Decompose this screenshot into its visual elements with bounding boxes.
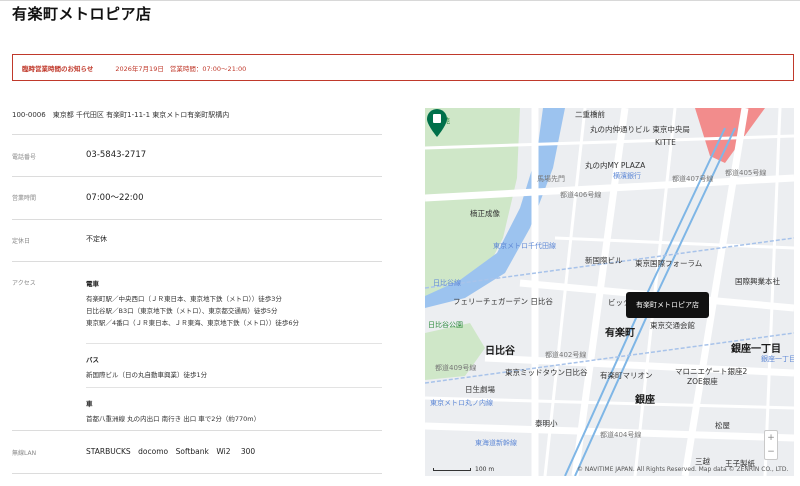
station-label: 銀座 bbox=[635, 395, 655, 406]
station-label: 銀座一丁目 bbox=[731, 344, 781, 355]
closed-label: 定休日 bbox=[12, 238, 31, 245]
train-line: 有楽町駅／中央西口（ＪＲ東日本、東京地下鉄（メトロ））徒歩3分 bbox=[86, 295, 282, 303]
map-label: 都道405号線 bbox=[725, 169, 767, 177]
bus-heading: バス bbox=[86, 356, 99, 364]
map-label: 馬場先門 bbox=[537, 175, 565, 183]
map-label: 東京国際フォーラム bbox=[635, 259, 703, 268]
access-details: 電車 有楽町駅／中央西口（ＪＲ東日本、東京地下鉄（メトロ））徒歩3分 日比谷駅／… bbox=[86, 262, 382, 430]
map-label: 都道404号線 bbox=[600, 431, 642, 439]
map-label: 東京交通会館 bbox=[650, 321, 695, 330]
map-label: 東京メトロ千代田線 bbox=[493, 242, 556, 250]
bus-access: バス 新国際ビル（日の丸自動車興業）徒歩1分 bbox=[86, 344, 382, 388]
car-access: 車 首都八重洲線 丸の内出口 南行き 出口 車で2分（約770m） bbox=[86, 388, 382, 425]
train-line: 日比谷駅／B3口（東京地下鉄（メトロ）、東京都交通局）徒歩5分 bbox=[86, 307, 278, 315]
train-line: 東京駅／4番口（ＪＲ東日本、ＪＲ東海、東京地下鉄（メトロ））徒歩6分 bbox=[86, 319, 300, 327]
store-map-label[interactable]: 有楽町メトロピア店 bbox=[626, 292, 709, 318]
map-label: 国際興業本社 bbox=[735, 277, 780, 286]
map-label: 日比谷線 bbox=[433, 279, 461, 287]
store-pin-icon[interactable] bbox=[425, 108, 449, 138]
map-label: フェリーチェガーデン 日比谷 bbox=[453, 297, 553, 306]
map-label: 都道409号線 bbox=[435, 364, 477, 372]
station-label: 有楽町 bbox=[605, 328, 635, 339]
store-address: 100-0006 東京都 千代田区 有楽町1-11-1 東京メトロ有楽町駅構内 bbox=[12, 106, 382, 135]
bus-line: 新国際ビル（日の丸自動車興業）徒歩1分 bbox=[86, 371, 208, 379]
map-label: 松屋 bbox=[715, 421, 730, 430]
wifi-row: 無線LAN STARBUCKS docomo Softbank Wi2 300 bbox=[12, 431, 382, 474]
wifi-value: STARBUCKS docomo Softbank Wi2 300 bbox=[86, 447, 256, 456]
map-label: 二重橋前 bbox=[575, 110, 605, 119]
map-label: 有楽町マリオン bbox=[600, 371, 653, 380]
zoom-in-button[interactable]: + bbox=[765, 431, 777, 445]
closed-value: 不定休 bbox=[86, 235, 107, 243]
map-label: 東海道新幹線 bbox=[475, 439, 517, 447]
map-label: 東京ミッドタウン日比谷 bbox=[505, 368, 588, 377]
map-label: 新国際ビル bbox=[585, 256, 623, 265]
phone-label: 電話番号 bbox=[12, 154, 37, 161]
phone-row: 電話番号 03-5843-2717 bbox=[12, 135, 382, 177]
scale-bar bbox=[433, 468, 471, 471]
page-title: 有楽町メトロピア店 bbox=[12, 5, 152, 23]
zoom-out-button[interactable]: − bbox=[765, 445, 777, 459]
notice-date: 2026年7月19日 bbox=[115, 64, 164, 73]
map-label: 都道407号線 bbox=[672, 175, 714, 183]
scale-label: 100 m bbox=[475, 466, 495, 473]
map-label: 横濱銀行 bbox=[613, 172, 641, 180]
hours-label: 営業時間 bbox=[12, 195, 37, 202]
car-heading: 車 bbox=[86, 400, 93, 408]
map-scale: 100 m bbox=[433, 466, 494, 473]
access-row: アクセス 電車 有楽町駅／中央西口（ＪＲ東日本、東京地下鉄（メトロ））徒歩3分 … bbox=[12, 262, 382, 431]
map-label: 東京メトロ丸ノ内線 bbox=[430, 399, 493, 407]
train-heading: 電車 bbox=[86, 280, 99, 288]
rail-yard bbox=[695, 108, 765, 163]
phone-number[interactable]: 03-5843-2717 bbox=[86, 135, 382, 176]
map-label: 都道406号線 bbox=[560, 191, 602, 199]
map-label: KITTE bbox=[655, 138, 676, 147]
map-label: 泰明小 bbox=[535, 419, 558, 428]
notice-title: 臨時営業時間のお知らせ bbox=[22, 64, 94, 73]
store-info: 100-0006 東京都 千代田区 有楽町1-11-1 東京メトロ有楽町駅構内 … bbox=[12, 106, 382, 474]
station-label: 日比谷 bbox=[485, 346, 515, 357]
map-label: 日生劇場 bbox=[465, 385, 495, 394]
temporary-hours-notice: 臨時営業時間のお知らせ 2026年7月19日 営業時間：07:00～21:00 bbox=[12, 54, 794, 81]
train-access: 電車 有楽町駅／中央西口（ＪＲ東日本、東京地下鉄（メトロ））徒歩3分 日比谷駅／… bbox=[86, 278, 382, 344]
store-map[interactable]: 二重橋前 丸の内仲通りビル 東京中央局 KITTE 丸の内MY PLAZA 横濱… bbox=[425, 108, 794, 476]
hours-row: 営業時間 07:00～22:00 bbox=[12, 177, 382, 220]
map-label: 銀座一丁目 bbox=[761, 355, 794, 363]
map-label: 日比谷公園 bbox=[428, 321, 463, 329]
map-copyright: © NAVITIME JAPAN. All Rights Reserved. M… bbox=[577, 466, 789, 473]
map-label: 丸の内仲通りビル 東京中央局 bbox=[590, 125, 690, 134]
zoom-control[interactable]: + − bbox=[764, 430, 778, 460]
map-label: 都道402号線 bbox=[545, 351, 587, 359]
hours-value: 07:00～22:00 bbox=[86, 193, 144, 203]
notice-hours: 営業時間：07:00～21:00 bbox=[169, 64, 247, 73]
top-divider bbox=[0, 0, 800, 1]
map-label: 楠正成像 bbox=[470, 209, 500, 218]
map-label: 丸の内MY PLAZA bbox=[585, 161, 646, 170]
closed-row: 定休日 不定休 bbox=[12, 220, 382, 262]
car-line: 首都八重洲線 丸の内出口 南行き 出口 車で2分（約770m） bbox=[86, 415, 261, 423]
map-label: ZOE銀座 bbox=[687, 377, 718, 386]
wifi-label: 無線LAN bbox=[12, 450, 37, 457]
access-label: アクセス bbox=[12, 280, 36, 287]
